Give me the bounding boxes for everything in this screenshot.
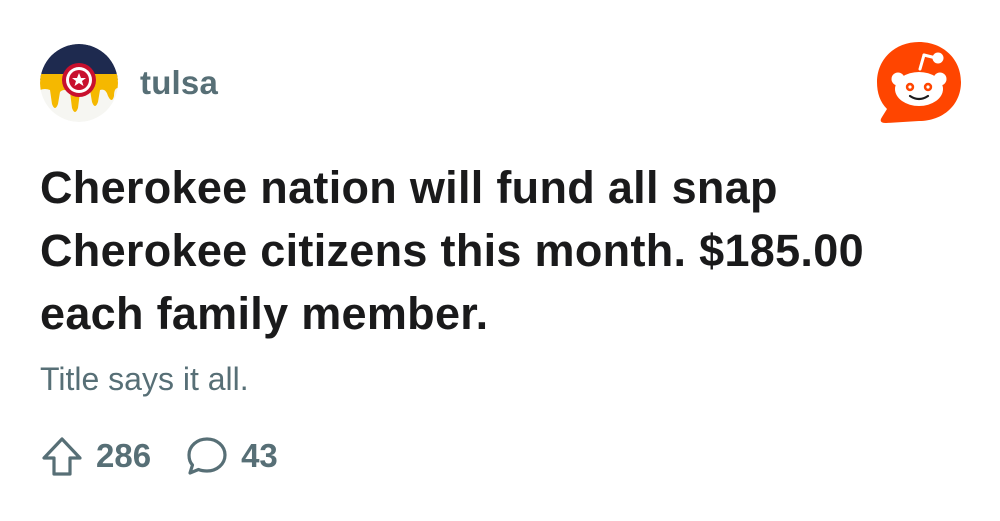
comments-button[interactable]: 43 [185, 434, 278, 478]
upvote-button[interactable]: 286 [40, 434, 151, 478]
tulsa-flag-icon [40, 44, 118, 122]
post-header: tulsa [40, 44, 218, 122]
reddit-logo[interactable] [874, 39, 964, 127]
post-title[interactable]: Cherokee nation will fund all snap Chero… [40, 156, 970, 345]
comment-count: 43 [241, 437, 278, 474]
upvote-count: 286 [96, 437, 152, 474]
subreddit-avatar[interactable] [40, 44, 118, 122]
post-card[interactable]: tulsa Cherokee nation will fund all snap… [0, 0, 1000, 521]
post-body: Title says it all. [40, 361, 249, 397]
upvote-arrow-icon [42, 437, 82, 476]
reddit-logo-icon [877, 42, 961, 123]
post-actions: 286 43 [40, 432, 278, 480]
comment-bubble-icon [187, 437, 227, 475]
subreddit-name[interactable]: tulsa [140, 64, 218, 102]
